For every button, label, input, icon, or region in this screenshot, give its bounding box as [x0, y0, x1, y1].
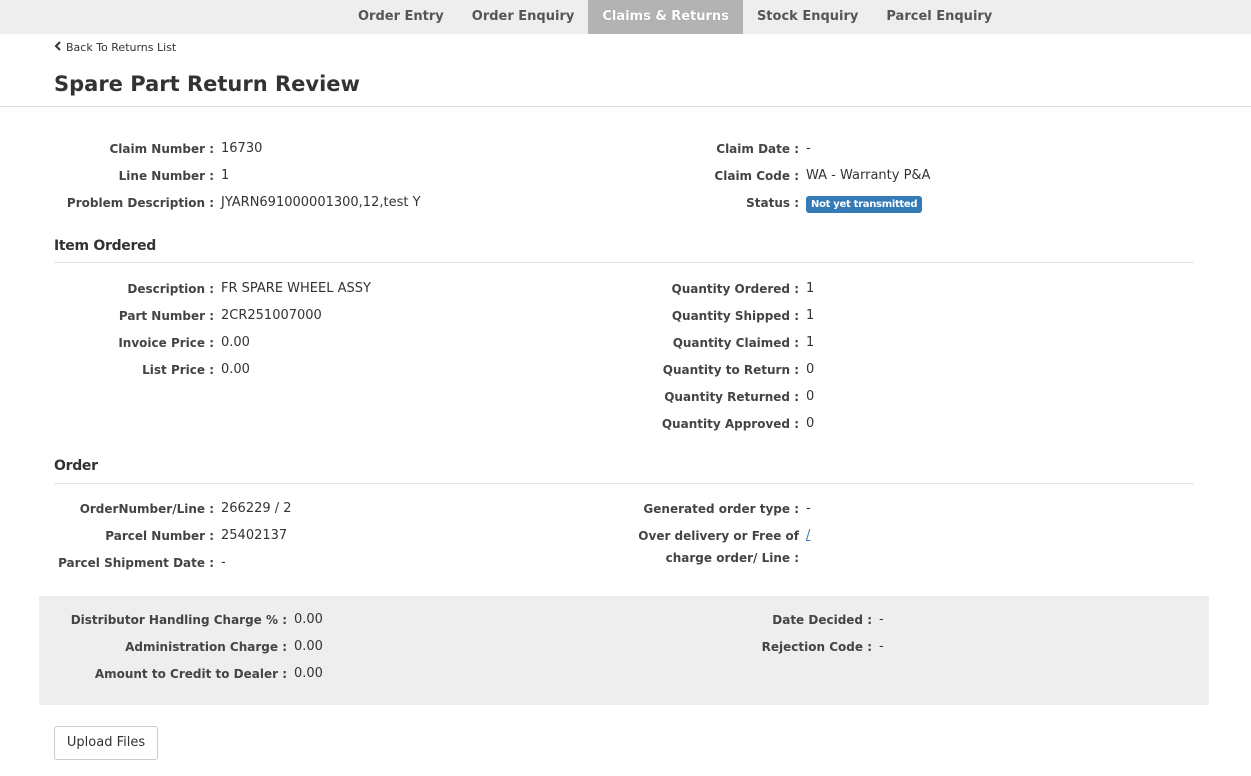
list-price-label: List Price :	[142, 363, 214, 377]
quantity-approved-label: Quantity Approved :	[661, 417, 799, 431]
status-badge: Not yet transmitted	[806, 196, 923, 213]
description-label: Description :	[127, 282, 214, 296]
order-heading: Order	[54, 458, 98, 474]
quantity-claimed-value: 1	[806, 335, 815, 350]
order-number-line-value: 266229 / 2	[221, 501, 292, 516]
back-to-returns-link[interactable]: Back To Returns List	[54, 41, 176, 54]
item-ordered-heading: Item Ordered	[54, 238, 157, 254]
invoice-price-label: Invoice Price :	[118, 336, 214, 350]
chevron-left-icon	[54, 41, 66, 54]
line-number-label: Line Number :	[118, 169, 214, 183]
parcel-shipment-date-value: -	[221, 555, 226, 570]
claim-date-label: Claim Date :	[716, 142, 799, 156]
nav-tabs: Order Entry Order Enquiry Claims & Retur…	[344, 0, 1006, 34]
administration-charge-label: Administration Charge :	[125, 640, 287, 654]
administration-charge-value: 0.00	[294, 639, 323, 654]
generated-order-type-label: Generated order type :	[643, 502, 799, 516]
rejection-code-label: Rejection Code :	[761, 640, 872, 654]
part-number-label: Part Number :	[118, 309, 214, 323]
claim-number-value: 16730	[221, 141, 263, 156]
problem-description-value: JYARN691000001300,12,test Y	[221, 195, 421, 210]
back-link-label: Back To Returns List	[66, 41, 177, 54]
quantity-shipped-value: 1	[806, 308, 815, 323]
problem-description-label: Problem Description :	[66, 196, 214, 210]
line-number-value: 1	[221, 168, 230, 183]
claim-date-value: -	[806, 141, 811, 156]
part-number-value: 2CR251007000	[221, 308, 322, 323]
date-decided-value: -	[879, 612, 884, 627]
amount-to-credit-value: 0.00	[294, 666, 323, 681]
item-ordered-divider	[54, 262, 1194, 263]
date-decided-label: Date Decided :	[772, 613, 872, 627]
claim-code-label: Claim Code :	[714, 169, 799, 183]
parcel-shipment-date-label: Parcel Shipment Date :	[58, 556, 214, 570]
tab-parcel-enquiry[interactable]: Parcel Enquiry	[872, 0, 1006, 34]
status-label: Status :	[746, 196, 799, 210]
generated-order-type-value: -	[806, 501, 811, 516]
list-price-value: 0.00	[221, 362, 250, 377]
title-divider	[0, 106, 1251, 107]
tab-stock-enquiry[interactable]: Stock Enquiry	[743, 0, 872, 34]
top-navigation: Order Entry Order Enquiry Claims & Retur…	[0, 0, 1251, 34]
over-delivery-link[interactable]: /	[806, 525, 810, 547]
tab-order-enquiry[interactable]: Order Enquiry	[458, 0, 589, 34]
quantity-ordered-value: 1	[806, 281, 815, 296]
tab-order-entry[interactable]: Order Entry	[344, 0, 458, 34]
order-divider	[54, 483, 1194, 484]
quantity-shipped-label: Quantity Shipped :	[671, 309, 799, 323]
distributor-handling-charge-value: 0.00	[294, 612, 323, 627]
claim-code-value: WA - Warranty P&A	[806, 168, 931, 183]
quantity-returned-label: Quantity Returned :	[664, 390, 799, 404]
quantity-ordered-label: Quantity Ordered :	[671, 282, 799, 296]
amount-to-credit-label: Amount to Credit to Dealer :	[94, 667, 287, 681]
parcel-number-value: 25402137	[221, 528, 288, 543]
rejection-code-value: -	[879, 639, 884, 654]
over-delivery-label-line1: Over delivery or Free of	[638, 529, 799, 543]
claim-number-label: Claim Number :	[109, 142, 214, 156]
quantity-to-return-value: 0	[806, 362, 815, 377]
parcel-number-label: Parcel Number :	[105, 529, 214, 543]
tab-claims-returns[interactable]: Claims & Returns	[588, 0, 743, 34]
quantity-claimed-label: Quantity Claimed :	[672, 336, 799, 350]
quantity-returned-value: 0	[806, 389, 815, 404]
page-title: Spare Part Return Review	[54, 72, 360, 96]
distributor-handling-charge-label: Distributor Handling Charge % :	[70, 613, 287, 627]
invoice-price-value: 0.00	[221, 335, 250, 350]
over-delivery-label-line2: charge order/ Line :	[665, 551, 799, 565]
description-value: FR SPARE WHEEL ASSY	[221, 281, 371, 296]
order-number-line-label: OrderNumber/Line :	[79, 502, 214, 516]
upload-files-button[interactable]: Upload Files	[54, 726, 158, 760]
quantity-to-return-label: Quantity to Return :	[662, 363, 799, 377]
quantity-approved-value: 0	[806, 416, 815, 431]
